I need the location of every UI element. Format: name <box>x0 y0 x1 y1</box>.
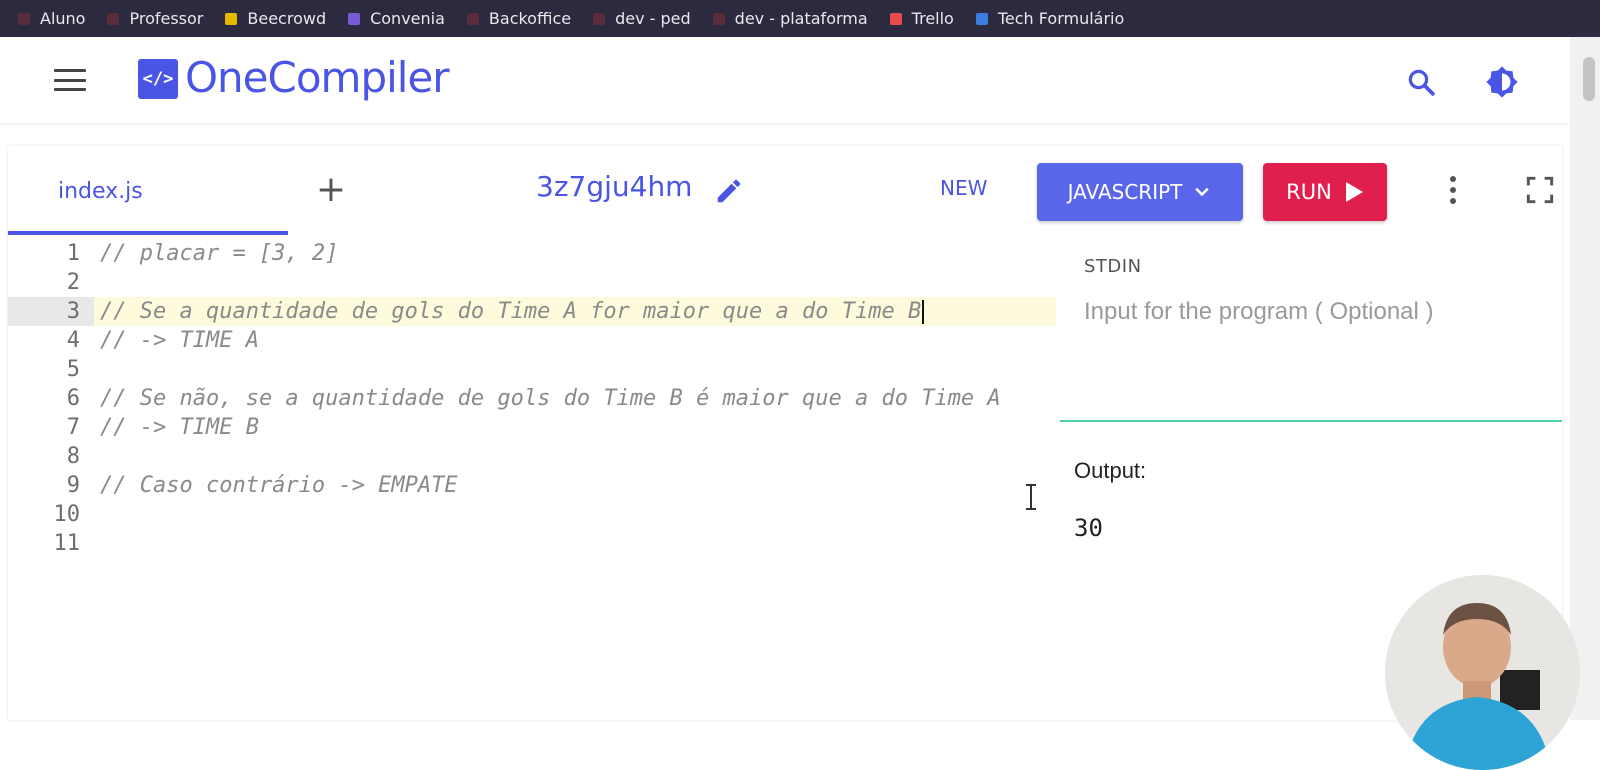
bookmark-favicon-icon <box>466 12 479 25</box>
app-header: </> OneCompiler <box>0 37 1570 123</box>
language-label: JAVASCRIPT <box>1067 180 1183 204</box>
code-line[interactable]: 11 <box>8 529 1056 558</box>
bookmark-label: Tech Formulário <box>997 9 1125 28</box>
add-file-button[interactable]: + <box>314 169 348 210</box>
bookmark-label: Convenia <box>370 9 445 28</box>
line-number: 11 <box>53 531 81 556</box>
run-button[interactable]: RUN <box>1263 163 1387 221</box>
bookmark-favicon-icon <box>889 12 902 25</box>
code-text: // Se não, se a quantidade de gols do Ti… <box>100 386 1001 411</box>
code-line[interactable]: 9 // Caso contrário -> EMPATE <box>8 471 1056 500</box>
page-scrollbar[interactable] <box>1570 37 1600 720</box>
bookmark-item[interactable]: Tech Formulário <box>975 9 1125 28</box>
language-select[interactable]: JAVASCRIPT <box>1037 163 1243 221</box>
text-caret <box>922 300 925 324</box>
code-text: // Se a quantidade de gols do Time A for… <box>100 299 925 324</box>
code-line[interactable]: 2 <box>8 268 1056 297</box>
line-number: 1 <box>66 241 80 266</box>
tab-active-indicator <box>8 231 288 235</box>
bookmark-item[interactable]: dev - ped <box>593 9 691 28</box>
bookmark-favicon-icon <box>107 12 120 25</box>
output-label: Output: <box>1074 458 1147 483</box>
line-number: 4 <box>66 328 80 353</box>
panel-divider[interactable] <box>1060 420 1562 422</box>
bookmark-favicon-icon <box>225 12 238 25</box>
code-line[interactable]: 5 <box>8 355 1056 384</box>
bookmark-label: dev - plataforma <box>734 9 868 28</box>
bookmark-item[interactable]: Beecrowd <box>225 9 326 28</box>
presenter-avatar <box>1385 575 1580 770</box>
bookmark-favicon-icon <box>975 12 988 25</box>
line-number: 2 <box>66 270 80 295</box>
line-number: 6 <box>66 386 80 411</box>
line-number: 3 <box>8 297 94 326</box>
stdin-label: STDIN <box>1084 256 1142 277</box>
bookmark-favicon-icon <box>18 12 30 25</box>
scrollbar-thumb[interactable] <box>1583 57 1595 101</box>
text-cursor-icon <box>1026 484 1036 510</box>
stdin-input[interactable] <box>1084 292 1554 332</box>
code-line[interactable]: 6 // Se não, se a quantidade de gols do T… <box>8 384 1056 413</box>
bookmark-item[interactable]: Aluno <box>18 9 85 28</box>
bookmark-item[interactable]: dev - plataforma <box>712 9 868 28</box>
line-number: 9 <box>66 473 80 498</box>
bookmark-label: dev - ped <box>615 9 691 28</box>
menu-icon[interactable] <box>54 69 86 91</box>
bookmark-item[interactable]: Backoffice <box>466 9 572 28</box>
new-button[interactable]: NEW <box>940 176 987 200</box>
output-value: 30 <box>1074 514 1103 542</box>
bookmark-item[interactable]: Convenia <box>348 9 445 28</box>
editor-toolbar: index.js + 3z7gju4hm NEW JAVASCRIPT RUN <box>8 146 1562 236</box>
bookmarks-bar: Aluno Professor Beecrowd Convenia Backoffice… <box>0 0 1600 37</box>
bookmark-label: Backoffice <box>488 9 572 28</box>
theme-toggle-icon[interactable] <box>1485 65 1519 99</box>
code-text: // -> TIME A <box>100 328 259 353</box>
code-line[interactable]: 8 <box>8 442 1056 471</box>
webcam-overlay <box>1385 575 1580 770</box>
code-line[interactable]: 3// Se a quantidade de gols do Time A fo… <box>8 297 1056 326</box>
bookmark-favicon-icon <box>712 12 725 25</box>
fullscreen-icon[interactable] <box>1526 176 1554 204</box>
tab-index-js[interactable]: index.js <box>8 146 288 236</box>
bookmark-label: Beecrowd <box>247 9 327 28</box>
code-text: // Caso contrário -> EMPATE <box>100 473 458 498</box>
bookmark-label: Trello <box>911 9 954 28</box>
line-number: 8 <box>66 444 80 469</box>
line-number: 7 <box>66 415 80 440</box>
code-text: // -> TIME B <box>100 415 259 440</box>
bookmark-favicon-icon <box>593 12 606 25</box>
logo-icon[interactable]: </> <box>138 59 178 99</box>
bookmark-item[interactable]: Professor <box>107 9 203 28</box>
code-line[interactable]: 10 <box>8 500 1056 529</box>
logo-text[interactable]: OneCompiler <box>185 53 450 102</box>
editor-container: index.js + 3z7gju4hm NEW JAVASCRIPT RUN <box>8 146 1562 720</box>
bookmark-favicon-icon <box>348 12 361 25</box>
code-line[interactable]: 4 // -> TIME A <box>8 326 1056 355</box>
line-number: 10 <box>53 502 81 527</box>
code-title[interactable]: 3z7gju4hm <box>536 170 692 203</box>
play-icon <box>1345 182 1363 202</box>
line-number: 5 <box>66 357 80 382</box>
pencil-icon[interactable] <box>714 176 744 206</box>
chevron-down-icon <box>1195 187 1210 197</box>
bookmark-label: Aluno <box>40 9 86 28</box>
code-editor[interactable]: 1 // placar = [3, 2] 2 3// Se a quantidade … <box>8 236 1056 720</box>
run-label: RUN <box>1286 180 1332 204</box>
bookmark-label: Professor <box>129 9 204 28</box>
bookmark-item[interactable]: Trello <box>889 9 954 28</box>
code-line[interactable]: 7 // -> TIME B <box>8 413 1056 442</box>
code-line[interactable]: 1 // placar = [3, 2] <box>8 239 1056 268</box>
search-icon[interactable] <box>1406 67 1436 97</box>
more-vert-icon[interactable] <box>1445 172 1461 208</box>
code-text: // placar = [3, 2] <box>100 241 339 266</box>
